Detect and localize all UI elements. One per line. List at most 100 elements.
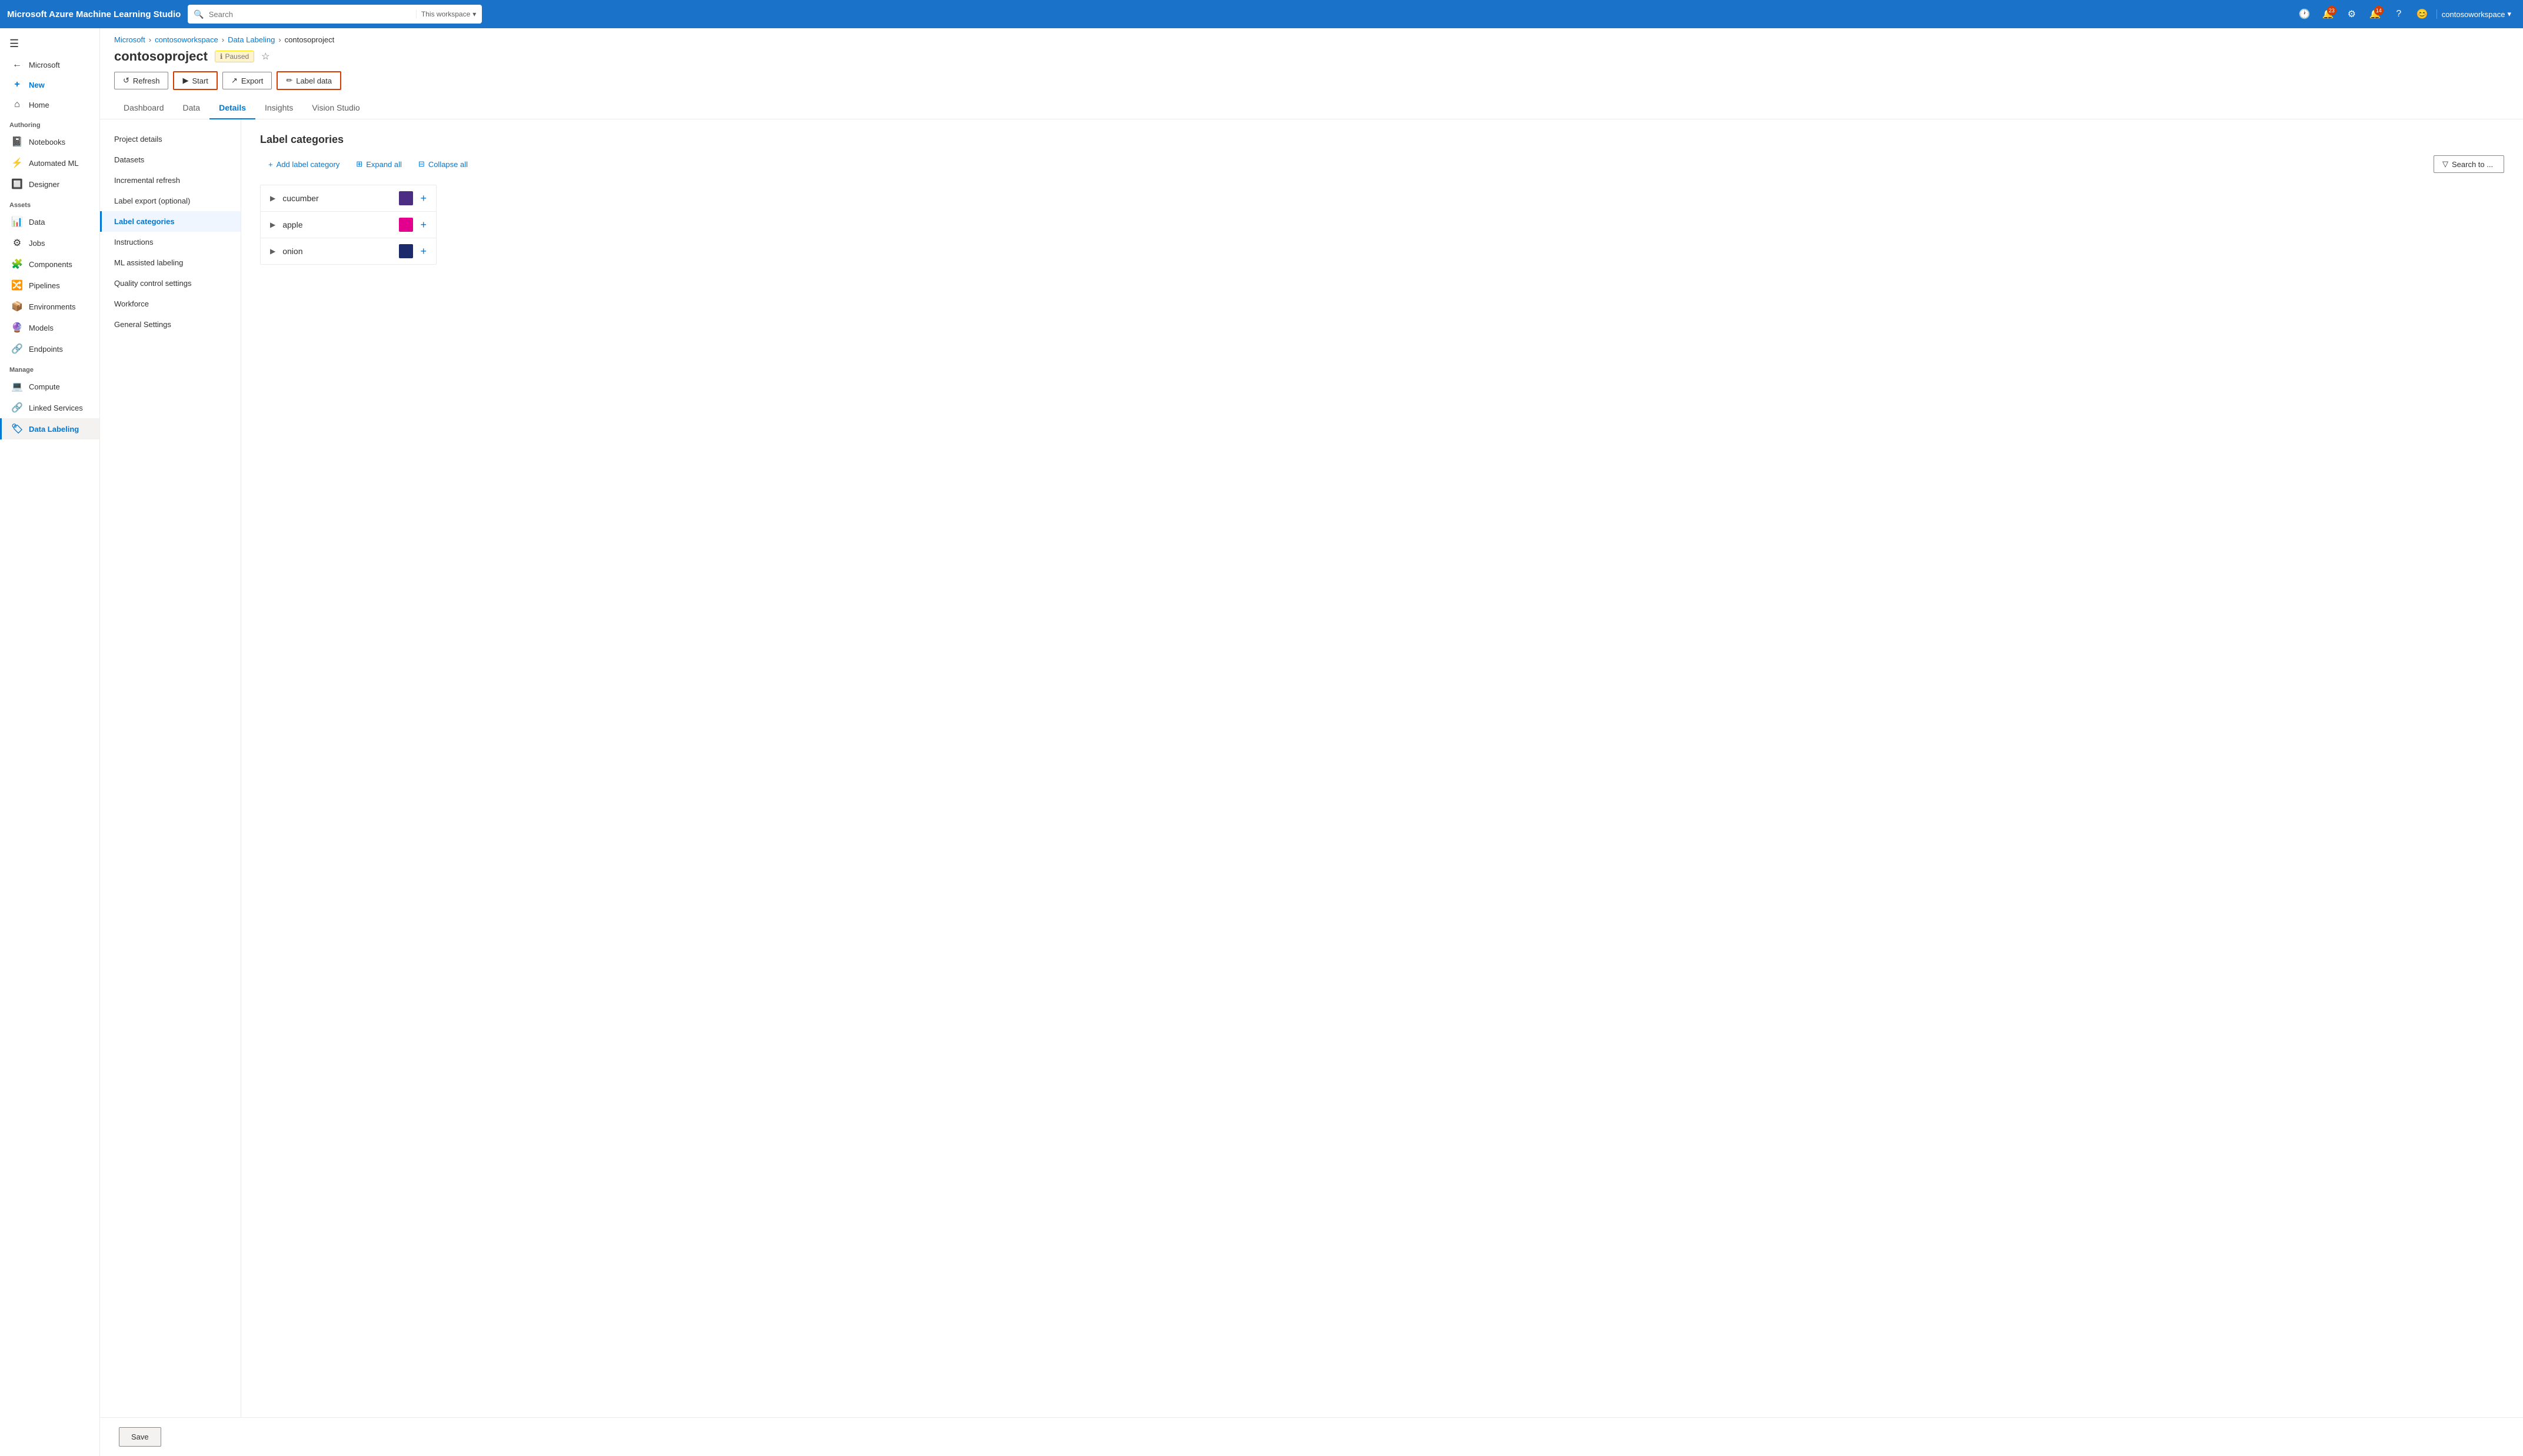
left-panel-datasets[interactable]: Datasets (100, 149, 241, 170)
start-label: Start (192, 76, 208, 85)
sidebar-item-data[interactable]: 📊 Data (0, 211, 99, 232)
search-filter-button[interactable]: ▽ Search to ... (2434, 155, 2504, 173)
label-data-label: Label data (296, 76, 332, 85)
sidebar-item-notebooks[interactable]: 📓 Notebooks (0, 131, 99, 152)
breadcrumb-sep-2: › (222, 35, 224, 44)
search-icon: 🔍 (194, 9, 204, 19)
left-panel-ml-assisted[interactable]: ML assisted labeling (100, 252, 241, 273)
label-item-apple: ▶ apple + (261, 212, 436, 238)
tab-details[interactable]: Details (209, 97, 255, 119)
expand-icon: ⊞ (356, 159, 362, 169)
left-panel: Project details Datasets Incremental ref… (100, 119, 241, 1417)
sidebar-item-endpoints[interactable]: 🔗 Endpoints (0, 338, 99, 359)
favorite-star[interactable]: ☆ (261, 51, 269, 62)
left-panel-incremental-refresh[interactable]: Incremental refresh (100, 170, 241, 191)
expand-onion-icon[interactable]: ▶ (270, 247, 275, 255)
search-scope[interactable]: This workspace ▾ (416, 10, 476, 18)
add-sublabel-apple-button[interactable]: + (420, 219, 427, 231)
content-area: Project details Datasets Incremental ref… (100, 119, 2523, 1417)
sidebar-back-label: Microsoft (29, 61, 60, 69)
top-navbar: Microsoft Azure Machine Learning Studio … (0, 0, 2523, 28)
notebooks-icon: 📓 (11, 136, 23, 148)
expand-all-button[interactable]: ⊞ Expand all (348, 156, 410, 172)
main-content: Microsoft › contosoworkspace › Data Labe… (100, 28, 2523, 1456)
sidebar-item-new[interactable]: + New (0, 75, 99, 95)
app-brand: Microsoft Azure Machine Learning Studio (7, 9, 181, 19)
breadcrumb-microsoft[interactable]: Microsoft (114, 35, 145, 44)
jobs-icon: ⚙ (11, 237, 23, 249)
left-panel-project-details[interactable]: Project details (100, 129, 241, 149)
section-title: Label categories (260, 134, 2504, 146)
left-panel-quality-control[interactable]: Quality control settings (100, 273, 241, 294)
sidebar-item-data-labeling[interactable]: 🏷 Data Labeling (0, 418, 99, 439)
search-bar[interactable]: 🔍 This workspace ▾ (188, 5, 482, 24)
help-btn[interactable]: ? (2389, 5, 2408, 24)
data-labeling-icon: 🏷 (11, 423, 23, 435)
sidebar-item-models[interactable]: 🔮 Models (0, 317, 99, 338)
refresh-label: Refresh (133, 76, 160, 85)
left-panel-label-categories[interactable]: Label categories (100, 211, 241, 232)
settings-btn[interactable]: ⚙ (2342, 5, 2361, 24)
sidebar-item-linked-services[interactable]: 🔗 Linked Services (0, 397, 99, 418)
clock-icon-btn[interactable]: 🕐 (2295, 5, 2314, 24)
label-actions: + Add label category ⊞ Expand all ⊟ Coll… (260, 155, 2504, 173)
export-icon: ↗ (231, 76, 238, 85)
tab-vision-studio[interactable]: Vision Studio (302, 97, 369, 119)
sidebar-item-automated-ml[interactable]: ⚡ Automated ML (0, 152, 99, 174)
add-icon: + (268, 160, 273, 169)
breadcrumb-workspace[interactable]: contosoworkspace (155, 35, 218, 44)
tab-data[interactable]: Data (174, 97, 210, 119)
automated-ml-icon: ⚡ (11, 157, 23, 169)
expand-all-label: Expand all (366, 160, 402, 169)
hamburger-menu[interactable]: ☰ (0, 33, 99, 55)
sidebar-item-jobs[interactable]: ⚙ Jobs (0, 232, 99, 254)
sidebar-item-designer[interactable]: 🔲 Designer (0, 174, 99, 195)
sidebar-item-environments[interactable]: 📦 Environments (0, 296, 99, 317)
label-name-onion: onion (282, 246, 392, 256)
sidebar-item-components[interactable]: 🧩 Components (0, 254, 99, 275)
sidebar-item-pipelines[interactable]: 🔀 Pipelines (0, 275, 99, 296)
alerts-btn[interactable]: 🔔 14 (2366, 5, 2385, 24)
tab-dashboard[interactable]: Dashboard (114, 97, 174, 119)
sidebar-automated-ml-label: Automated ML (29, 159, 79, 168)
sidebar-item-back[interactable]: ← Microsoft (0, 55, 99, 75)
left-panel-workforce[interactable]: Workforce (100, 294, 241, 314)
sidebar-components-label: Components (29, 260, 72, 269)
left-panel-general-settings[interactable]: General Settings (100, 314, 241, 335)
label-item-onion: ▶ onion + (261, 238, 436, 264)
refresh-button[interactable]: ↺ Refresh (114, 72, 168, 89)
export-button[interactable]: ↗ Export (222, 72, 272, 89)
breadcrumb-sep-1: › (149, 35, 151, 44)
label-color-onion[interactable] (399, 244, 413, 258)
label-color-apple[interactable] (399, 218, 413, 232)
user-account[interactable]: contosoworkspace ▾ (2437, 9, 2516, 19)
label-data-button[interactable]: ✏ Label data (277, 71, 341, 90)
search-input[interactable] (209, 10, 411, 19)
breadcrumb-data-labeling[interactable]: Data Labeling (228, 35, 275, 44)
page-title-row: contosoproject ℹ Paused ☆ (114, 49, 2509, 64)
notifications-btn[interactable]: 🔔 23 (2319, 5, 2338, 24)
sidebar-home-label: Home (29, 101, 49, 109)
add-sublabel-cucumber-button[interactable]: + (420, 192, 427, 205)
start-button[interactable]: ▶ Start (173, 71, 217, 90)
breadcrumb-sep-3: › (278, 35, 281, 44)
pipelines-icon: 🔀 (11, 279, 23, 291)
save-button[interactable]: Save (119, 1427, 161, 1447)
left-panel-instructions[interactable]: Instructions (100, 232, 241, 252)
sidebar-notebooks-label: Notebooks (29, 138, 65, 146)
expand-apple-icon[interactable]: ▶ (270, 221, 275, 229)
expand-cucumber-icon[interactable]: ▶ (270, 194, 275, 202)
tab-insights[interactable]: Insights (255, 97, 302, 119)
page-header: contosoproject ℹ Paused ☆ ↺ Refresh ▶ St… (100, 49, 2523, 97)
app-body: ☰ ← Microsoft + New ⌂ Home Authoring 📓 N… (0, 28, 2523, 1456)
left-panel-label-export[interactable]: Label export (optional) (100, 191, 241, 211)
user-icon-btn[interactable]: 😊 (2413, 5, 2432, 24)
label-item-cucumber: ▶ cucumber + (261, 185, 436, 212)
sidebar-new-label: New (29, 81, 45, 89)
sidebar-item-compute[interactable]: 💻 Compute (0, 376, 99, 397)
add-sublabel-onion-button[interactable]: + (420, 245, 427, 258)
label-color-cucumber[interactable] (399, 191, 413, 205)
collapse-all-button[interactable]: ⊟ Collapse all (410, 156, 476, 172)
add-label-category-button[interactable]: + Add label category (260, 156, 348, 172)
sidebar-item-home[interactable]: ⌂ Home (0, 95, 99, 115)
